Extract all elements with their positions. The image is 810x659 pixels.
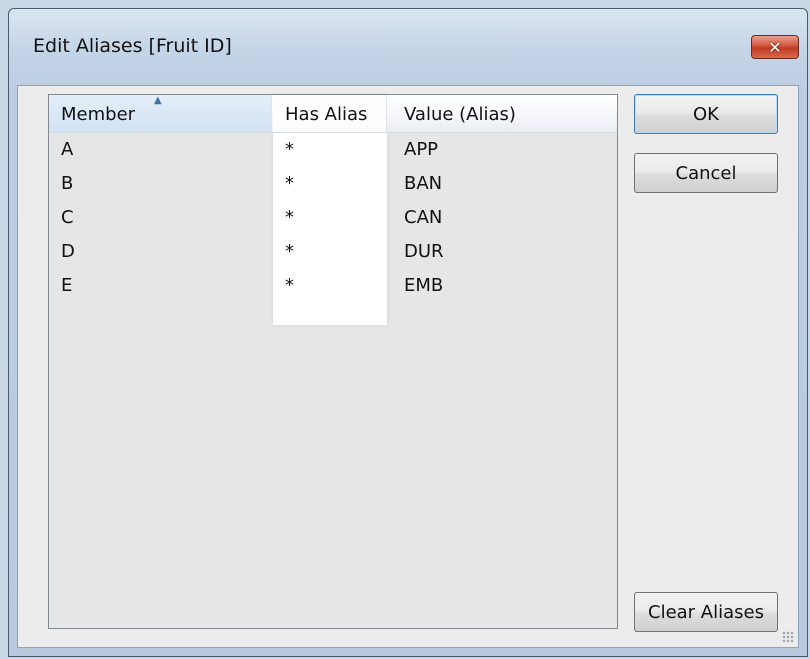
member-cell: E <box>61 275 73 296</box>
list-header: Member ▲ Has Alias Value (Alias) <box>49 95 617 133</box>
alias-list[interactable]: Member ▲ Has Alias Value (Alias) A * APP… <box>48 94 618 629</box>
clear-aliases-button[interactable]: Clear Aliases <box>634 592 778 632</box>
title-bar[interactable]: Edit Aliases [Fruit ID] ✕ <box>9 9 807 85</box>
edit-aliases-dialog: Edit Aliases [Fruit ID] ✕ Member ▲ Has A… <box>8 8 808 657</box>
column-header-has-alias[interactable]: Has Alias <box>273 95 387 132</box>
sort-ascending-icon: ▲ <box>154 95 162 106</box>
alias-value-cell[interactable]: EMB <box>404 275 443 296</box>
resize-grip-icon[interactable] <box>782 631 794 643</box>
has-alias-cell: * <box>285 207 294 228</box>
dialog-body: Member ▲ Has Alias Value (Alias) A * APP… <box>17 85 799 648</box>
list-row[interactable]: C * CAN <box>49 201 617 235</box>
list-row[interactable]: D * DUR <box>49 235 617 269</box>
close-icon: ✕ <box>768 37 782 57</box>
alias-value-cell[interactable]: APP <box>404 139 438 160</box>
alias-value-cell[interactable]: DUR <box>404 241 444 262</box>
has-alias-cell: * <box>285 275 294 296</box>
has-alias-cell: * <box>285 241 294 262</box>
column-header-value-alias[interactable]: Value (Alias) <box>388 95 617 132</box>
alias-value-cell[interactable]: CAN <box>404 207 442 228</box>
member-cell: B <box>61 173 74 194</box>
alias-value-cell[interactable]: BAN <box>404 173 442 194</box>
cancel-button[interactable]: Cancel <box>634 153 778 193</box>
has-alias-cell: * <box>285 173 294 194</box>
close-button[interactable]: ✕ <box>751 35 799 59</box>
dialog-title: Edit Aliases [Fruit ID] <box>33 35 232 57</box>
member-cell: A <box>61 139 74 160</box>
list-row[interactable]: B * BAN <box>49 167 617 201</box>
member-cell: D <box>61 241 75 262</box>
list-row[interactable]: E * EMB <box>49 269 617 303</box>
column-header-member-label: Member <box>61 104 136 125</box>
member-cell: C <box>61 207 74 228</box>
has-alias-cell: * <box>285 139 294 160</box>
ok-button[interactable]: OK <box>634 94 778 134</box>
list-row[interactable]: A * APP <box>49 133 617 167</box>
column-header-member[interactable]: Member ▲ <box>49 95 272 132</box>
